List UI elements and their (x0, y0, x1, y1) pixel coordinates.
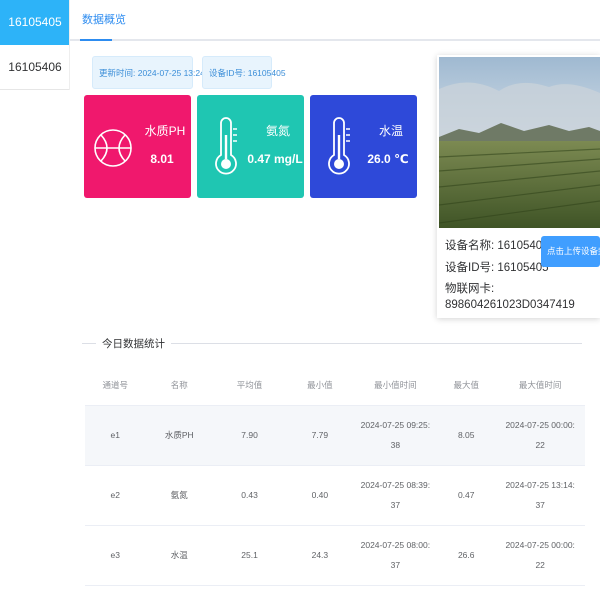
column-header: 通道号 (85, 365, 146, 406)
column-header: 最大值时间 (495, 365, 585, 406)
tab-data-overview[interactable]: 数据概览 (80, 0, 128, 41)
column-header: 名称 (145, 365, 214, 406)
table-cell-text: 2024-07-25 00:00:22 (505, 540, 575, 570)
table-cell: e1 (85, 405, 146, 466)
table-cell: 7.79 (286, 405, 354, 466)
card-title: 氨氮 (265, 124, 290, 138)
table-cell: e2 (85, 465, 146, 526)
iot-card-label: 物联网卡: (445, 283, 495, 295)
device-cover-image (439, 57, 600, 228)
thermometer-icon (206, 115, 246, 181)
sidebar: 16105405 16105406 (0, 0, 70, 600)
sidebar-item-16105406[interactable]: 16105406 (0, 45, 70, 90)
table-row: e3 水温 25.1 24.3 2024-07-25 08:00:37 26.6… (85, 525, 585, 586)
card-value: 26.0 ℃ (367, 152, 409, 166)
upload-cover-button[interactable]: 点击上传设备封面 (541, 236, 600, 267)
stats-table: 通道号 名称 平均值 最小值 最小值时间 最大值 最大值时间 e1 水质PH 7… (85, 365, 585, 586)
device-panel: 设备名称: 16105405 设备ID号: 16105405 物联网卡: 898… (437, 55, 600, 318)
table-cell: 2024-07-25 09:25:38 (353, 405, 438, 466)
table-header-row: 通道号 名称 平均值 最小值 最小值时间 最大值 最大值时间 (85, 365, 585, 406)
card-water-temperature: 水温 26.0 ℃ (310, 95, 417, 198)
card-title: 水质PH (144, 124, 186, 138)
table-cell-text: 2024-07-25 13:14:37 (505, 480, 575, 510)
table-cell: 0.47 (437, 465, 496, 526)
table-cell: 2024-07-25 00:00:22 (495, 405, 585, 466)
table-cell: 8.05 (437, 405, 496, 466)
card-water-ph: 水质PH 8.01 (84, 95, 191, 198)
table-cell: 0.43 (213, 465, 287, 526)
table-cell-text: 2024-07-25 08:00:37 (360, 540, 431, 570)
thermometer-icon (319, 115, 359, 181)
table-cell-text: 2024-07-25 09:25:38 (360, 420, 431, 450)
table-cell: 水质PH (145, 405, 214, 466)
table-cell: 26.6 (437, 525, 496, 586)
card-title: 水温 (378, 124, 403, 138)
card-value: 0.47 mg/L (247, 152, 303, 166)
iot-card-number: 898604261023D0347419 (445, 299, 575, 311)
tab-active-indicator (80, 39, 112, 41)
table-cell: e3 (85, 525, 146, 586)
table-cell: 水温 (145, 525, 214, 586)
section-title: 今日数据统计 (96, 336, 171, 351)
table-cell: 0.40 (286, 465, 354, 526)
column-header: 最大值 (437, 365, 496, 406)
device-id: 设备ID号: 16105405 (445, 262, 549, 274)
table-cell-text: 2024-07-25 08:39:37 (360, 480, 431, 510)
update-time-badge: 更新时间: 2024-07-25 13:24:38 (92, 56, 217, 89)
tab-bar: 数据概览 (70, 0, 600, 41)
table-row: e1 水质PH 7.90 7.79 2024-07-25 09:25:38 8.… (85, 405, 585, 466)
table-cell: 2024-07-25 13:14:37 (495, 465, 585, 526)
table-row: e2 氨氮 0.43 0.40 2024-07-25 08:39:37 0.47… (85, 465, 585, 526)
column-header: 最小值 (286, 365, 354, 406)
table-cell: 2024-07-25 08:39:37 (353, 465, 438, 526)
device-name: 设备名称: 16105405 (445, 240, 549, 252)
table-cell: 7.90 (213, 405, 287, 466)
card-value: 8.01 (150, 152, 174, 166)
sidebar-item-16105405[interactable]: 16105405 (0, 0, 70, 45)
ball-icon (93, 115, 133, 181)
column-header: 平均值 (213, 365, 287, 406)
table-cell: 2024-07-25 08:00:37 (353, 525, 438, 586)
table-cell: 24.3 (286, 525, 354, 586)
table-cell: 2024-07-25 00:00:22 (495, 525, 585, 586)
device-id-badge: 设备ID号: 16105405 (202, 56, 286, 89)
card-ammonia: 氨氮 0.47 mg/L (197, 95, 304, 198)
table-cell: 氨氮 (145, 465, 214, 526)
column-header: 最小值时间 (353, 365, 438, 406)
table-cell: 25.1 (213, 525, 287, 586)
table-cell-text: 2024-07-25 00:00:22 (505, 420, 575, 450)
